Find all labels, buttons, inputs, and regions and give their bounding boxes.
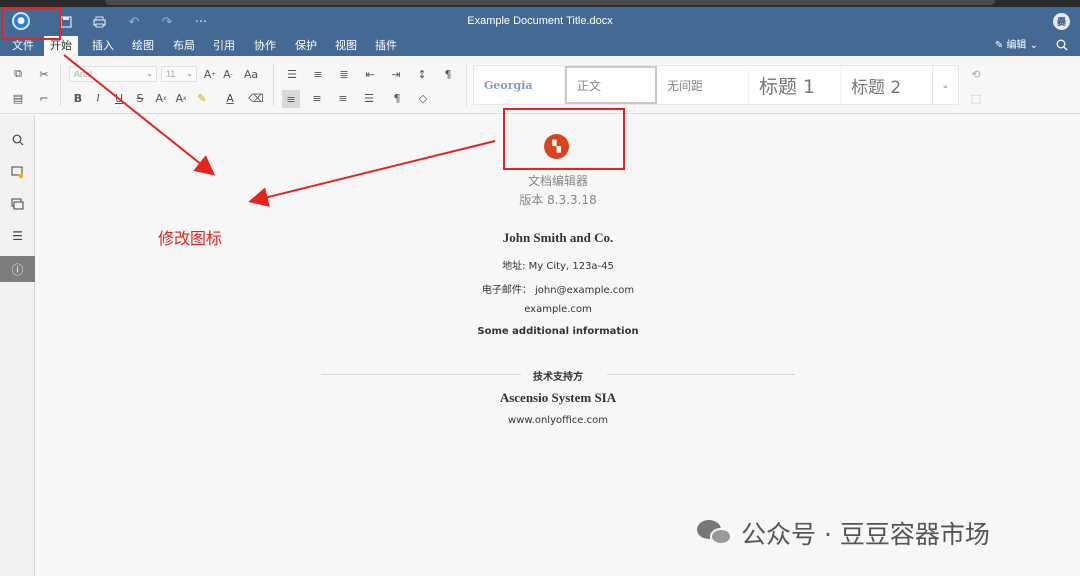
arrow-from-icon <box>248 140 496 207</box>
annotation-arrows <box>63 54 496 207</box>
arrow-from-logo <box>63 54 216 176</box>
watermark-text: 公众号 · 豆豆容器市场 <box>741 520 990 549</box>
wechat-icon <box>697 520 733 546</box>
annotation-label: 修改图标 <box>158 229 223 248</box>
watermark: 公众号 · 豆豆容器市场 <box>697 515 990 551</box>
